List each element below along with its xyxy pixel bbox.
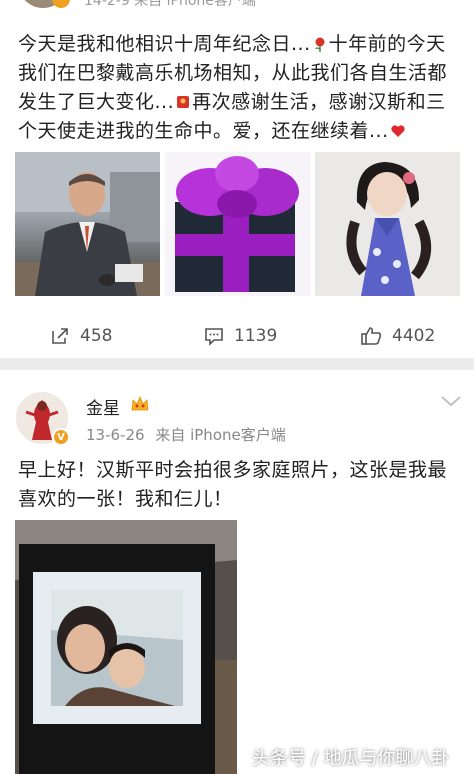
- post-image-grid: [15, 152, 461, 296]
- thumbs-up-icon: [361, 327, 382, 345]
- post-image-man-portrait[interactable]: [15, 152, 160, 296]
- post-separator: [0, 358, 474, 370]
- post-source: 来自 iPhone客户端: [155, 426, 286, 444]
- post-text-line: 十年前的今天: [328, 33, 446, 55]
- post-body: 今天是我和他相识十周年纪念日... 十年前的今天 我们在巴黎戴高乐机场相知，从此我…: [18, 30, 458, 146]
- post-text-line: 今天是我和他相识十周年纪念日...: [18, 33, 311, 55]
- crown-badge-icon: [131, 395, 149, 411]
- post-text-line: 我们在巴黎戴高乐机场相知，从此我们各自生活都: [18, 62, 448, 84]
- repost-icon: [52, 328, 68, 344]
- comment-button[interactable]: 1139: [204, 316, 277, 356]
- rose-emoji-icon: [315, 37, 325, 52]
- watermark: 头条号 / 地瓜与你聊八卦: [252, 748, 450, 769]
- chevron-down-icon[interactable]: [440, 394, 462, 408]
- post-meta: 14-2-9 来自 iPhone客户端: [84, 0, 256, 9]
- repost-button[interactable]: 458: [50, 316, 112, 356]
- red-envelope-emoji-icon: [177, 96, 190, 108]
- post-body: 早上好！汉斯平时会拍很多家庭照片，这张是我最 喜欢的一张！我和仨儿！: [18, 456, 458, 514]
- like-count: 4402: [392, 326, 436, 346]
- heart-emoji-icon: [391, 125, 405, 137]
- verified-badge-icon: [52, 0, 70, 8]
- weibo-post-1: 14-2-9 来自 iPhone客户端 今天是我和他相识十周年纪念日... 十年前…: [0, 0, 474, 356]
- post-image-qipao-doll[interactable]: [315, 152, 460, 296]
- like-button[interactable]: 4402: [360, 316, 435, 356]
- weibo-post-2: V 金星 13-6-26 来自 iPhone客户端 早上好！汉斯平时会拍很多家庭…: [0, 370, 474, 774]
- username[interactable]: 金星: [86, 394, 120, 419]
- comment-icon: [205, 328, 223, 346]
- post-image-gift-box[interactable]: [165, 152, 310, 296]
- post-text-line: 再次感谢生活，感谢汉斯和三: [192, 91, 446, 113]
- comment-count: 1139: [234, 326, 278, 346]
- post-text-line: 个天使走进我的生命中。爱，还在继续着...: [18, 120, 389, 142]
- repost-count: 458: [80, 326, 113, 346]
- verified-badge-icon: V: [52, 428, 70, 446]
- post-text-line: 早上好！汉斯平时会拍很多家庭照片，这张是我最: [18, 459, 448, 481]
- post-meta: 13-6-26 来自 iPhone客户端: [86, 424, 292, 445]
- post-text-line: 喜欢的一张！我和仨儿！: [18, 488, 233, 510]
- post-image-framed-photo[interactable]: [15, 520, 237, 774]
- post-text-line: 发生了巨大变化...: [18, 91, 175, 113]
- post-header: 14-2-9 来自 iPhone客户端: [0, 0, 474, 16]
- post-action-bar: 458 1139 4402: [0, 316, 474, 356]
- post-date: 13-6-26: [86, 426, 145, 444]
